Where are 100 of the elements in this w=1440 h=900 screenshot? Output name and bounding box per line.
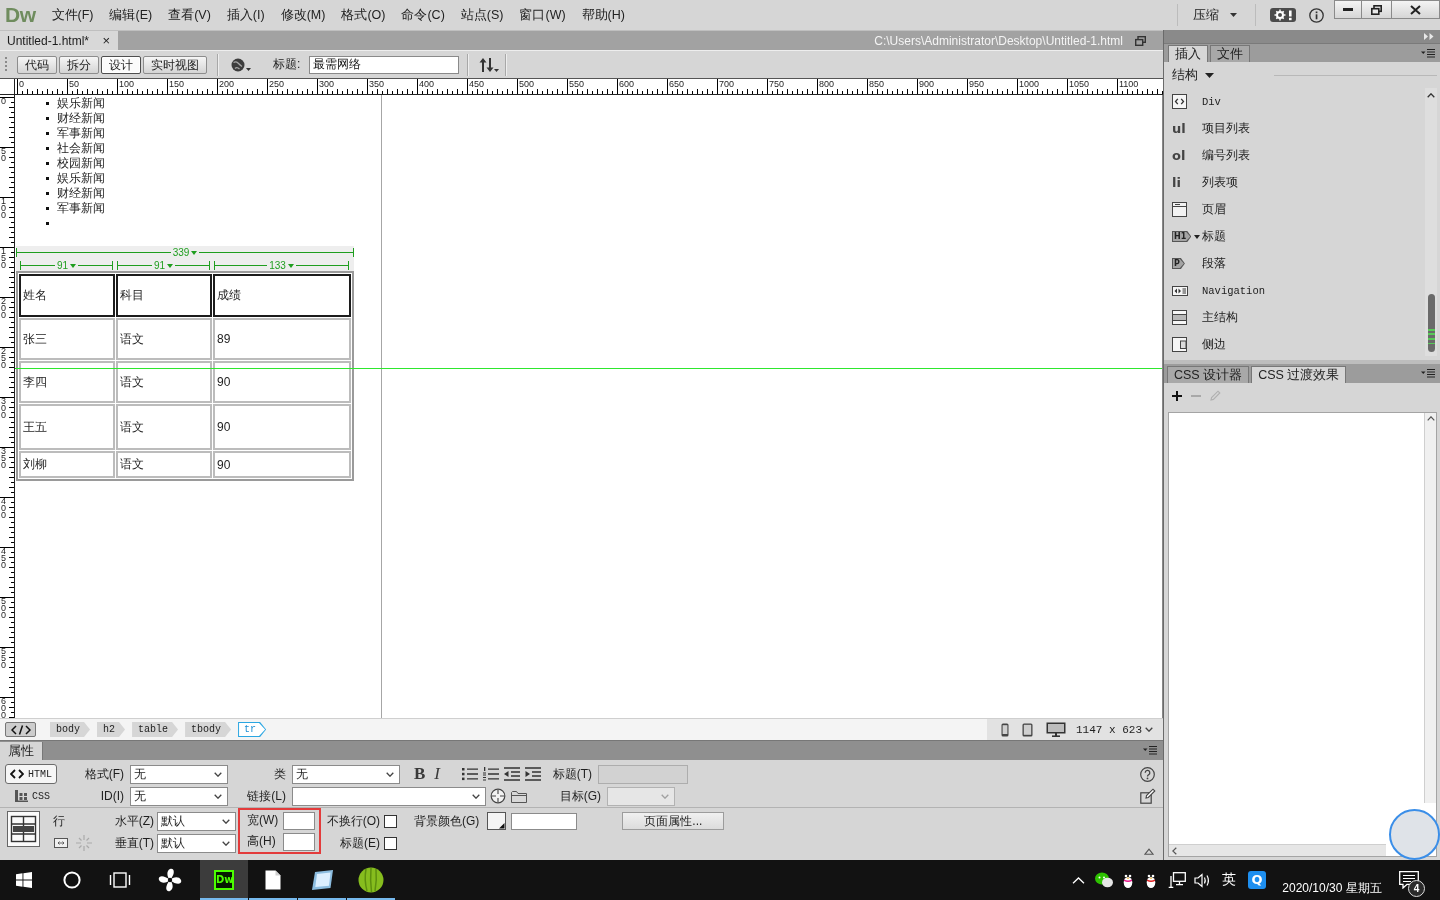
- id-dropdown[interactable]: 无: [130, 786, 228, 806]
- scrollbar[interactable]: [1169, 844, 1386, 856]
- taskbar-app-button[interactable]: Dw: [200, 860, 248, 900]
- chevron-up-icon[interactable]: [1072, 876, 1085, 884]
- clock-date[interactable]: 2020/10/30 星期五: [1282, 880, 1382, 897]
- title-field[interactable]: 最需网络: [309, 55, 460, 74]
- globe-icon[interactable]: [231, 57, 251, 72]
- pencil-square-icon[interactable]: [1140, 788, 1156, 804]
- vertical-align-dropdown[interactable]: 默认: [157, 833, 236, 853]
- color-swatch-icon[interactable]: [487, 812, 507, 830]
- bold-button[interactable]: B: [414, 765, 426, 783]
- phone-icon[interactable]: [1001, 722, 1009, 737]
- folder-icon[interactable]: [511, 789, 527, 803]
- notification-button[interactable]: 4: [1399, 860, 1427, 900]
- tablet-icon[interactable]: [1022, 722, 1033, 737]
- insert-item[interactable]: li 列表项: [1164, 169, 1425, 196]
- scrollbar[interactable]: [1425, 88, 1437, 356]
- indent-icon[interactable]: [525, 767, 541, 781]
- insert-item[interactable]: P 段落: [1164, 250, 1425, 277]
- insert-item[interactable]: 页眉: [1164, 196, 1425, 223]
- width-field[interactable]: [283, 811, 315, 830]
- italic-button[interactable]: I: [434, 765, 440, 783]
- close-tab-button[interactable]: ×: [100, 34, 112, 47]
- panel-tab[interactable]: 文件: [1210, 45, 1250, 62]
- minimize-button[interactable]: [1334, 0, 1362, 19]
- double-chevron-icon[interactable]: [1424, 33, 1434, 40]
- html-mode-button[interactable]: HTML: [5, 764, 57, 784]
- tag-selector-item[interactable]: body: [50, 722, 90, 737]
- help-icon[interactable]: [1140, 766, 1155, 782]
- monitor-icon[interactable]: [1046, 722, 1066, 737]
- crosshair-icon[interactable]: [490, 788, 506, 804]
- menu-item[interactable]: 编辑(E): [101, 4, 161, 26]
- add-icon[interactable]: [1172, 390, 1182, 401]
- checkbox[interactable]: [384, 814, 397, 828]
- menu-item[interactable]: 文件(F): [43, 4, 102, 26]
- scroll-up-icon: [1427, 93, 1435, 98]
- close-button[interactable]: [1391, 0, 1440, 19]
- view-tab[interactable]: 实时视图: [143, 55, 207, 74]
- format-dropdown[interactable]: 无: [130, 764, 228, 784]
- view-tab[interactable]: 代码: [17, 55, 57, 74]
- ruler-label: 450: [1, 548, 7, 569]
- insert-item[interactable]: Navigation: [1164, 277, 1425, 304]
- ruler-label: 150: [169, 79, 185, 89]
- panel-menu-icon[interactable]: [1421, 48, 1435, 58]
- view-tab[interactable]: 拆分: [59, 55, 99, 74]
- menu-item[interactable]: 帮助(H): [573, 4, 633, 26]
- gear-alert-icon[interactable]: [1270, 8, 1296, 22]
- tag-selector-item[interactable]: h2: [97, 722, 126, 737]
- chevron-down-icon: [214, 793, 222, 799]
- horizontal-align-dropdown[interactable]: 默认: [157, 811, 236, 831]
- tag-selector-item[interactable]: tbody: [185, 722, 232, 737]
- numbered-list-icon[interactable]: [483, 767, 499, 781]
- height-field[interactable]: [283, 832, 315, 851]
- menu-item[interactable]: 修改(M): [272, 4, 334, 26]
- volume-icon[interactable]: [1194, 872, 1211, 888]
- panel-tab[interactable]: 属性: [0, 742, 43, 760]
- code-toggle-button[interactable]: [5, 722, 36, 737]
- link-field[interactable]: [292, 786, 486, 806]
- ruler-label: 250: [269, 79, 285, 89]
- network-icon[interactable]: [1168, 872, 1186, 888]
- triangle-up-icon[interactable]: [1144, 848, 1154, 855]
- insert-item[interactable]: ol 编号列表: [1164, 142, 1425, 169]
- panel-tab[interactable]: 插入: [1168, 45, 1208, 62]
- panel-tab[interactable]: CSS 设计器: [1167, 366, 1250, 383]
- document-tab[interactable]: Untitled-1.html* ×: [0, 31, 118, 50]
- menu-item[interactable]: 站点(S): [452, 4, 512, 26]
- info-icon[interactable]: [1309, 7, 1324, 23]
- bulleted-list-icon[interactable]: [462, 767, 478, 781]
- category-dropdown[interactable]: 结构: [1172, 66, 1214, 84]
- scrollbar[interactable]: [1424, 413, 1436, 803]
- up-down-arrows-icon[interactable]: [479, 56, 500, 73]
- menu-item[interactable]: 插入(I): [218, 4, 273, 26]
- workspace-dropdown[interactable]: 压缩: [1193, 6, 1237, 24]
- panel-menu-icon[interactable]: [1143, 746, 1157, 755]
- page-properties-button[interactable]: 页面属性...: [622, 812, 725, 830]
- chat-bubbles-icon[interactable]: [1095, 872, 1113, 888]
- view-tab[interactable]: 设计: [101, 55, 141, 74]
- insert-item[interactable]: 主结构: [1164, 304, 1425, 331]
- menu-item[interactable]: 窗口(W): [511, 4, 574, 26]
- class-dropdown[interactable]: 无: [292, 764, 400, 784]
- checkbox[interactable]: [384, 836, 397, 850]
- panel-tab[interactable]: CSS 过渡效果: [1251, 366, 1347, 383]
- tag-selector-item[interactable]: table: [132, 722, 179, 737]
- css-mode-button[interactable]: CSS: [10, 786, 52, 806]
- menu-item[interactable]: 查看(V): [160, 4, 219, 26]
- outdent-icon[interactable]: [504, 767, 520, 781]
- background-color-field[interactable]: [511, 812, 578, 830]
- insert-item[interactable]: Div: [1164, 88, 1425, 115]
- panel-menu-icon[interactable]: [1421, 369, 1435, 378]
- insert-item[interactable]: 侧边: [1164, 331, 1425, 358]
- insert-item[interactable]: ul 项目列表: [1164, 115, 1425, 142]
- menu-item[interactable]: 命令(C): [393, 4, 453, 26]
- insert-item[interactable]: H1 标题: [1164, 223, 1425, 250]
- double-arrow-box-icon[interactable]: [54, 838, 68, 848]
- scrollbar-thumb[interactable]: [1427, 294, 1435, 352]
- tag-selector-item[interactable]: tr: [238, 722, 267, 737]
- restore-button[interactable]: [1361, 0, 1392, 19]
- menu-item[interactable]: 格式(O): [333, 4, 394, 26]
- input-language-indicator[interactable]: 英: [1222, 871, 1236, 889]
- restore-icon[interactable]: [1135, 35, 1146, 46]
